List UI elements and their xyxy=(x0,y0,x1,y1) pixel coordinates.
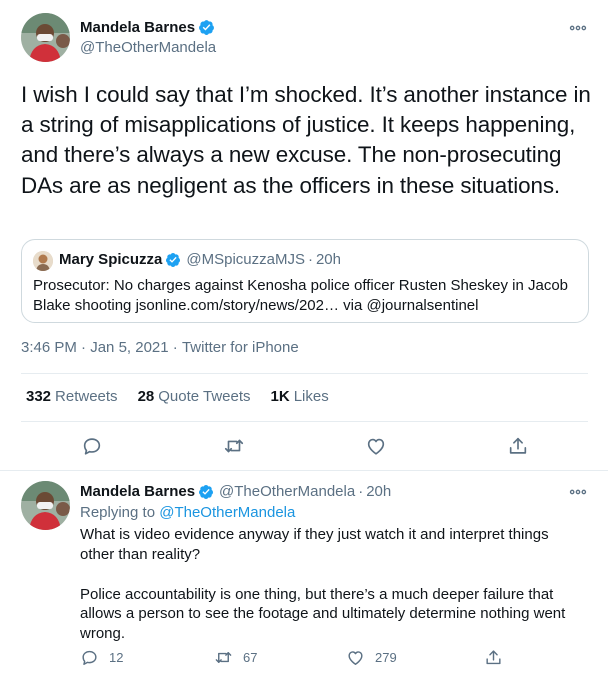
retweets-count: 332 xyxy=(26,388,52,405)
tweet-source[interactable]: Twitter for iPhone xyxy=(182,339,299,356)
share-button[interactable] xyxy=(506,434,530,458)
tweet-text: I wish I could say that I’m shocked. It’… xyxy=(21,82,591,198)
retweet-icon xyxy=(215,652,232,663)
retweet-icon xyxy=(224,439,244,453)
reply-icon xyxy=(83,438,101,455)
reply-icon xyxy=(82,650,97,665)
more-icon[interactable] xyxy=(568,482,588,502)
verified-icon xyxy=(199,19,214,35)
separator: · xyxy=(76,339,91,356)
separator: · xyxy=(358,483,364,500)
reply-timestamp[interactable]: 20h xyxy=(366,483,391,500)
reply-count: 12 xyxy=(109,650,124,665)
quote-timestamp: 20h xyxy=(315,251,341,268)
like-icon xyxy=(348,651,363,665)
likes-stat[interactable]: 1K Likes xyxy=(271,388,329,405)
divider xyxy=(21,421,588,422)
replying-to-handle[interactable]: @TheOtherMandela xyxy=(159,504,295,521)
author-name[interactable]: Mandela Barnes xyxy=(80,483,195,500)
author-name[interactable]: Mandela Barnes xyxy=(80,19,195,36)
retweet-button[interactable] xyxy=(222,434,246,458)
verified-icon xyxy=(199,484,214,499)
author-handle[interactable]: @TheOtherMandela xyxy=(219,483,355,500)
divider xyxy=(21,373,588,374)
likes-count: 1K xyxy=(270,388,290,405)
retweet-count: 67 xyxy=(243,650,258,665)
retweets-stat[interactable]: 332 Retweets xyxy=(26,388,118,405)
separator: · xyxy=(307,251,313,268)
like-button[interactable] xyxy=(364,434,388,458)
tweet-date[interactable]: Jan 5, 2021 xyxy=(90,339,168,356)
quote-text: Prosecutor: No charges against Kenosha p… xyxy=(33,277,569,314)
main-tweet: Mandela Barnes @TheOtherMandela I wish I… xyxy=(0,0,608,471)
tweet-time[interactable]: 3:46 PM xyxy=(21,339,77,356)
quoted-tweet[interactable]: Mary Spicuzza @MSpicuzzaMJS · 20h Prosec… xyxy=(21,239,589,323)
likes-label: Likes xyxy=(293,388,329,405)
quote-header: Mary Spicuzza @MSpicuzzaMJS · 20h xyxy=(59,251,341,268)
share-button[interactable] xyxy=(484,648,513,667)
retweet-button[interactable]: 67 xyxy=(214,648,257,667)
share-icon xyxy=(509,437,527,454)
author-avatar[interactable] xyxy=(21,481,70,530)
separator: · xyxy=(168,339,182,356)
quote-tweets-stat[interactable]: 28 Quote Tweets xyxy=(138,388,251,405)
like-count: 279 xyxy=(375,650,397,665)
quote-author-name: Mary Spicuzza xyxy=(59,251,163,268)
quote-tweets-label: Quote Tweets xyxy=(158,388,251,405)
reply-button[interactable]: 12 xyxy=(80,648,123,667)
retweets-label: Retweets xyxy=(55,388,118,405)
reply-paragraph: Police accountability is one thing, but … xyxy=(80,585,566,643)
reply-text: What is video evidence anyway if they ju… xyxy=(80,525,580,644)
author-avatar[interactable] xyxy=(21,13,70,62)
quote-author-handle: @MSpicuzzaMJS xyxy=(186,251,305,268)
quote-author-avatar xyxy=(33,251,53,271)
replying-to-label: Replying to xyxy=(80,504,160,521)
reply-action-bar: 12 67 279 xyxy=(80,648,520,670)
author-info: Mandela Barnes @TheOtherMandela xyxy=(80,17,216,57)
reply-header: Mandela Barnes @TheOtherMandela · 20h xyxy=(80,483,391,500)
reply-paragraph: What is video evidence anyway if they ju… xyxy=(80,526,549,563)
more-icon[interactable] xyxy=(568,18,588,38)
replying-to: Replying to @TheOtherMandela xyxy=(80,504,295,521)
reply-button[interactable] xyxy=(80,434,104,458)
tweet-meta: 3:46 PM · Jan 5, 2021 · Twitter for iPho… xyxy=(21,339,299,356)
reply-tweet[interactable]: Mandela Barnes @TheOtherMandela · 20h Re… xyxy=(0,472,608,685)
quote-tweets-count: 28 xyxy=(137,388,155,405)
like-icon xyxy=(367,438,385,455)
share-icon xyxy=(486,650,501,665)
tweet-stats: 332 Retweets 28 Quote Tweets 1K Likes xyxy=(26,388,349,405)
author-handle[interactable]: @TheOtherMandela xyxy=(80,39,216,56)
like-button[interactable]: 279 xyxy=(346,648,397,667)
verified-icon xyxy=(166,252,181,267)
